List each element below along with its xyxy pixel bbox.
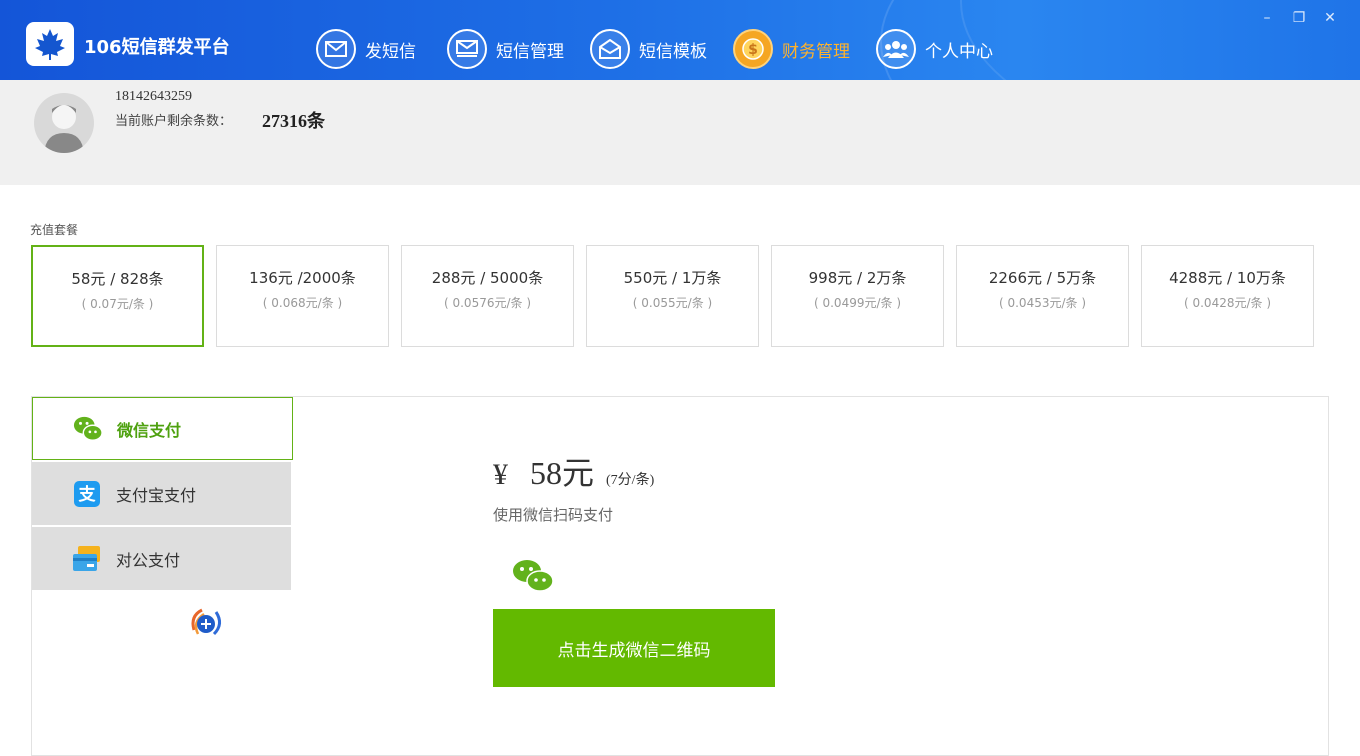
- account-info-bar: 18142643259 当前账户剩余条数： 27316条: [0, 80, 1360, 185]
- package-unit-price: ( 0.0428元/条 ): [1183, 296, 1272, 310]
- nav-sms-templates[interactable]: 短信模板: [590, 29, 707, 69]
- packages-label: 充值套餐: [30, 223, 79, 237]
- tab-alipay[interactable]: 支 支付宝支付: [32, 462, 291, 525]
- package-unit-price: ( 0.055元/条 ): [632, 296, 713, 310]
- package-title: 998元 / 2万条: [808, 269, 907, 287]
- nav-personal-center[interactable]: 个人中心: [876, 29, 993, 69]
- package-title: 550元 / 1万条: [623, 269, 722, 287]
- package-unit-price: ( 0.07元/条 ): [81, 297, 154, 311]
- package-card[interactable]: 2266元 / 5万条 ( 0.0453元/条 ): [956, 245, 1129, 347]
- close-button[interactable]: ✕: [1322, 10, 1338, 26]
- account-phone: 18142643259: [115, 89, 192, 104]
- nav-label: 发短信: [365, 41, 416, 62]
- wechat-icon: [73, 414, 103, 444]
- nav-label: 财务管理: [782, 41, 850, 62]
- package-title: 58元 / 828条: [71, 270, 164, 288]
- payment-hint: 使用微信扫码支付: [493, 506, 614, 524]
- nav-sms-management[interactable]: 短信管理: [447, 29, 564, 69]
- package-card[interactable]: 58元 / 828条 ( 0.07元/条 ): [31, 245, 204, 347]
- currency-symbol: ¥: [493, 458, 508, 491]
- tab-label: 支付宝支付: [116, 485, 197, 505]
- remaining-count: 27316条: [262, 111, 325, 131]
- nav-label: 短信模板: [639, 41, 707, 62]
- package-title: 4288元 / 10万条: [1169, 269, 1286, 287]
- nav-send-sms[interactable]: 发短信: [316, 29, 416, 69]
- package-title: 288元 / 5000条: [431, 269, 544, 287]
- package-card[interactable]: 998元 / 2万条 ( 0.0499元/条 ): [771, 245, 944, 347]
- nav-label: 短信管理: [496, 41, 564, 62]
- brand-logo-icon: [186, 602, 226, 642]
- package-card[interactable]: 550元 / 1万条 ( 0.055元/条 ): [586, 245, 759, 347]
- package-title: 2266元 / 5万条: [988, 269, 1097, 287]
- inbox-icon: [447, 29, 487, 69]
- nav-label: 个人中心: [925, 41, 993, 62]
- package-card[interactable]: 4288元 / 10万条 ( 0.0428元/条 ): [1141, 245, 1314, 347]
- amount-value: 58元: [530, 455, 595, 491]
- tab-corporate-pay[interactable]: 对公支付: [32, 527, 291, 590]
- coin-icon: $: [733, 29, 773, 69]
- app-title: 106短信群发平台: [84, 37, 230, 58]
- package-title: 136元 /2000条: [249, 269, 356, 287]
- package-unit-price: ( 0.0453元/条 ): [998, 296, 1087, 310]
- users-icon: [876, 29, 916, 69]
- package-unit-price: ( 0.0576元/条 ): [443, 296, 532, 310]
- alipay-icon: 支: [72, 479, 102, 509]
- package-card[interactable]: 288元 / 5000条 ( 0.0576元/条 ): [401, 245, 574, 347]
- package-card[interactable]: 136元 /2000条 ( 0.068元/条 ): [216, 245, 389, 347]
- svg-text:支: 支: [79, 484, 97, 505]
- app-header: 106短信群发平台 发短信 短信管理 短信模板 $ 财务管理 个人中心 – ❐ …: [0, 0, 1360, 80]
- amount-per-unit: (7分/条): [606, 473, 655, 488]
- generate-qrcode-button[interactable]: 点击生成微信二维码: [493, 609, 775, 687]
- restore-button[interactable]: ❐: [1291, 10, 1307, 26]
- package-unit-price: ( 0.068元/条 ): [262, 296, 343, 310]
- wechat-icon: [512, 558, 554, 594]
- maple-leaf-logo: [26, 22, 74, 66]
- svg-text:$: $: [748, 42, 758, 58]
- payment-amount: ¥ 58元 (7分/条): [493, 448, 654, 494]
- nav-finance[interactable]: $ 财务管理: [733, 29, 850, 69]
- bank-card-icon: [72, 544, 102, 574]
- tab-wechat-pay[interactable]: 微信支付: [32, 397, 293, 460]
- minimize-button[interactable]: –: [1259, 10, 1275, 26]
- tab-label: 微信支付: [117, 420, 182, 440]
- avatar: [34, 93, 94, 153]
- package-unit-price: ( 0.0499元/条 ): [813, 296, 902, 310]
- remaining-label: 当前账户剩余条数：: [115, 114, 233, 129]
- open-envelope-icon: [590, 29, 630, 69]
- tab-label: 对公支付: [116, 550, 181, 570]
- envelope-icon: [316, 29, 356, 69]
